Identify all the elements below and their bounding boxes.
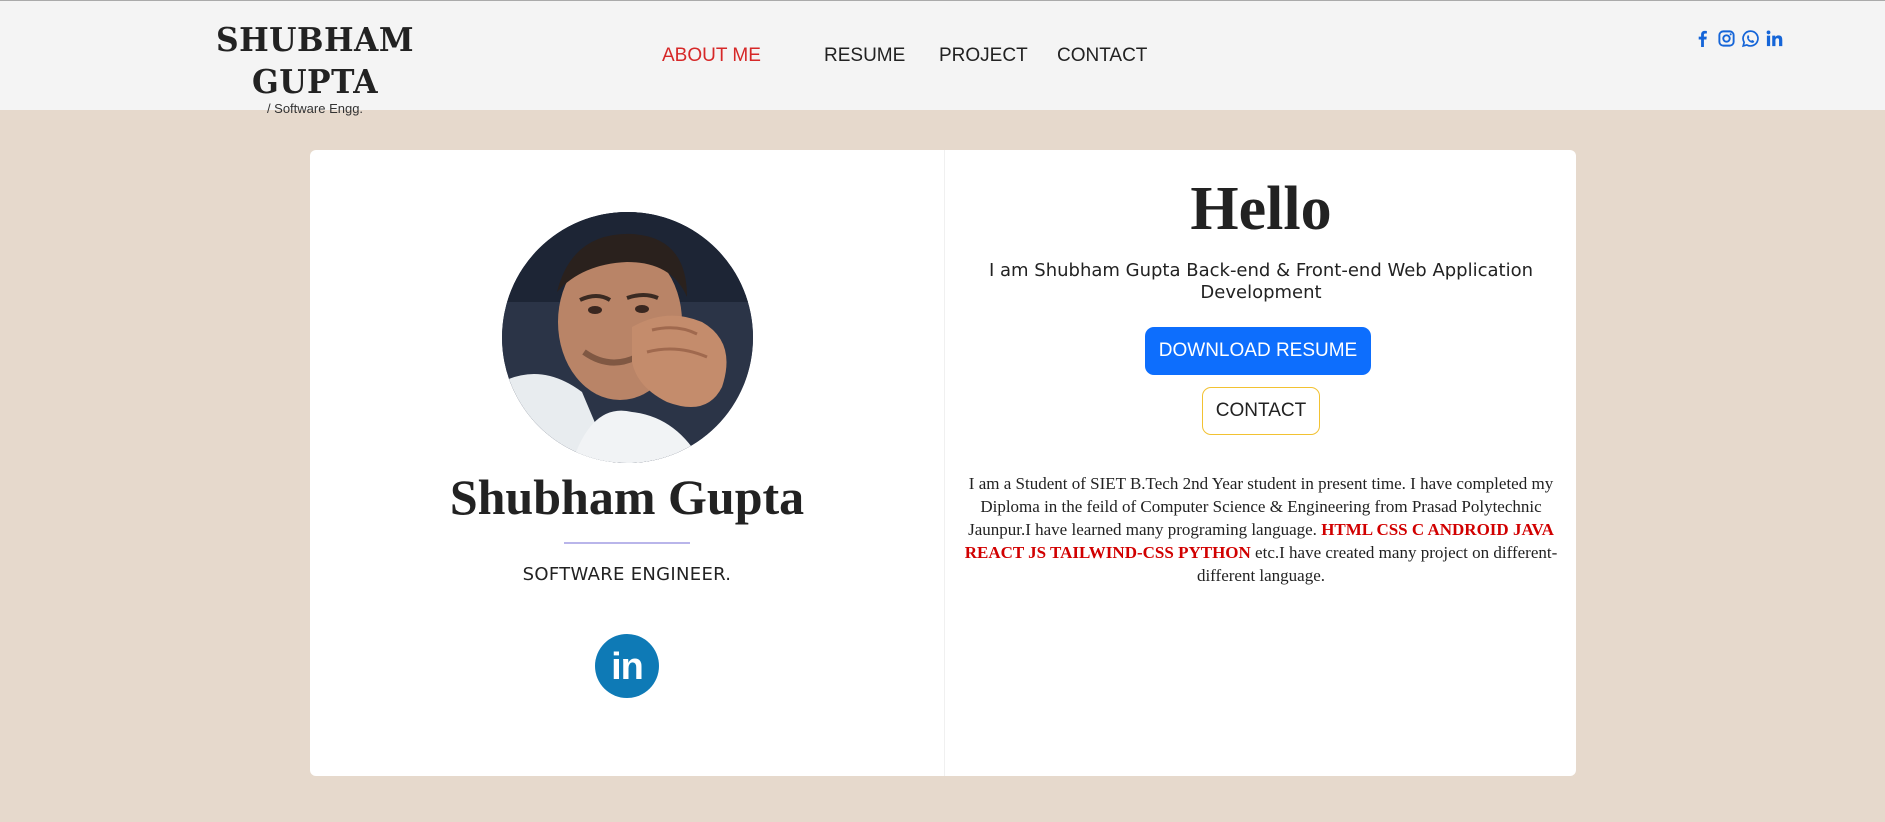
nav-resume[interactable]: RESUME: [824, 45, 939, 67]
linkedin-button[interactable]: in: [595, 634, 659, 698]
contact-button[interactable]: CONTACT: [1202, 387, 1320, 435]
brand-subtitle: / Software Engg.: [266, 101, 364, 116]
nav-contact[interactable]: CONTACT: [1057, 45, 1147, 67]
whatsapp-icon[interactable]: [1741, 29, 1760, 48]
social-links: [1693, 29, 1784, 48]
download-resume-button[interactable]: DOWNLOAD RESUME: [1145, 327, 1371, 375]
profile-name: Shubham Gupta: [449, 469, 805, 525]
profile-role: SOFTWARE ENGINEER.: [522, 564, 732, 585]
facebook-icon[interactable]: [1693, 29, 1712, 48]
bio-text-end: etc.I have created many project on diffe…: [1196, 543, 1558, 585]
nav-about-me[interactable]: ABOUT ME: [662, 45, 824, 67]
intro-column: Hello I am Shubham Gupta Back-end & Fron…: [944, 150, 1576, 776]
profile-column: Shubham Gupta SOFTWARE ENGINEER. in: [310, 150, 944, 776]
greeting-heading: Hello: [1190, 175, 1332, 243]
divider: [564, 542, 690, 544]
profile-card: Shubham Gupta SOFTWARE ENGINEER. in Hell…: [310, 150, 1576, 776]
tagline: I am Shubham Gupta Back-end & Front-end …: [988, 260, 1534, 303]
linkedin-icon: in: [611, 646, 644, 688]
brand-logo[interactable]: SHUBHAM GUPTA / Software Engg.: [170, 19, 460, 116]
main-nav: ABOUT ME RESUME PROJECT CONTACT: [662, 45, 1147, 67]
instagram-icon[interactable]: [1717, 29, 1736, 48]
linkedin-icon[interactable]: [1765, 29, 1784, 48]
site-header: SHUBHAM GUPTA / Software Engg. ABOUT ME …: [0, 0, 1885, 116]
brand-name: SHUBHAM GUPTA: [215, 20, 415, 101]
avatar-photo-illustration: [502, 212, 753, 463]
bio-paragraph: I am a Student of SIET B.Tech 2nd Year s…: [961, 472, 1561, 587]
nav-project[interactable]: PROJECT: [939, 45, 1057, 67]
avatar: [502, 212, 753, 463]
